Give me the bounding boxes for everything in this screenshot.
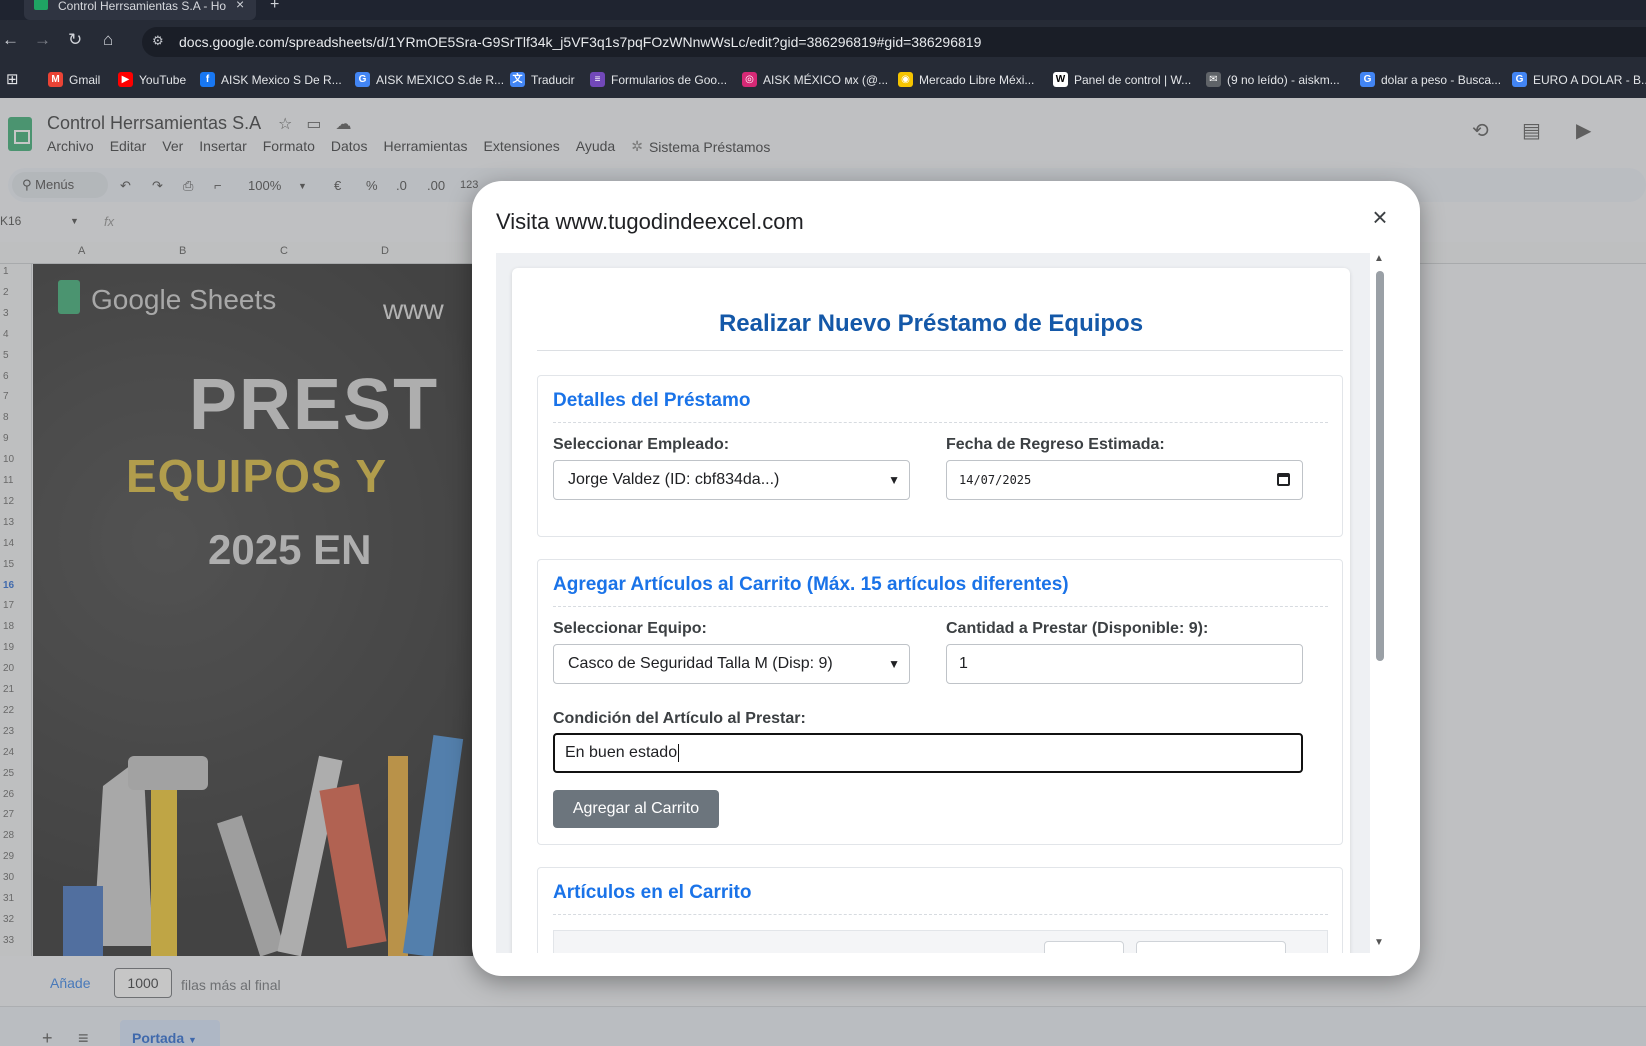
site-settings-icon[interactable]: ⚙	[152, 33, 164, 49]
bookmark-label: Traducir	[531, 72, 575, 87]
browser-tab[interactable]: Control Herrsamientas S.A - Ho	[24, 0, 256, 20]
bookmark-label: AISK MEXICO S.de R...	[376, 72, 505, 87]
employee-label: Seleccionar Empleado:	[553, 436, 730, 453]
gmail-icon: M	[48, 72, 63, 87]
close-icon[interactable]: ×	[1362, 199, 1398, 235]
chevron-down-icon: ▼	[888, 473, 900, 487]
bookmark-label: YouTube	[139, 72, 187, 87]
cart-title: Artículos en el Carrito	[553, 882, 752, 903]
google-icon: G	[355, 72, 370, 87]
bookmark-label: Gmail	[69, 72, 101, 87]
bookmark-item[interactable]: ≡ Formularios de Goo...	[590, 72, 727, 87]
quantity-value: 1	[959, 655, 968, 672]
equipment-select-value: Casco de Seguridad Talla M (Disp: 9)	[568, 655, 833, 672]
bookmark-item[interactable]: ▶ YouTube	[118, 72, 186, 87]
bookmark-item[interactable]: ✉ (9 no leído) - aiskm...	[1206, 72, 1340, 87]
bookmark-label: Formularios de Goo...	[611, 72, 728, 87]
add-items-title: Agregar Artículos al Carrito (Máx. 15 ar…	[553, 574, 1069, 595]
bookmark-item[interactable]: Gdolar a peso - Busca...	[1360, 72, 1501, 87]
bookmark-label: Mercado Libre Méxi...	[919, 72, 1035, 87]
condition-label: Condición del Artículo al Prestar:	[553, 710, 806, 727]
bookmark-item[interactable]: ◉ Mercado Libre Méxi...	[898, 72, 1034, 87]
wix-icon: W	[1053, 72, 1068, 87]
loan-details-title: Detalles del Préstamo	[553, 390, 751, 411]
bookmark-item[interactable]: ◎ AISK MÉXICO ᴍx (@...	[742, 72, 888, 87]
google-icon: G	[1512, 72, 1527, 87]
bookmark-item[interactable]: f AISK Mexico S De R...	[200, 72, 342, 87]
loan-details-section: Detalles del Préstamo Seleccionar Emplea…	[537, 375, 1343, 537]
bookmark-label: Panel de control | W...	[1074, 72, 1192, 87]
condition-value: En buen estado	[565, 744, 678, 761]
bookmark-label: AISK MÉXICO ᴍx (@...	[763, 72, 889, 87]
return-date-value: 14/07/2025	[959, 473, 1032, 487]
cart-table-control[interactable]	[1044, 941, 1124, 953]
bookmark-label: dolar a peso - Busca...	[1381, 72, 1502, 87]
section-divider	[553, 606, 1328, 607]
reload-icon[interactable]: ↻	[68, 30, 82, 50]
bookmark-label: AISK Mexico S De R...	[221, 72, 342, 87]
return-date-label: Fecha de Regreso Estimada:	[946, 436, 1165, 453]
equipment-select[interactable]: Casco de Seguridad Talla M (Disp: 9) ▼	[553, 644, 910, 684]
bookmark-item[interactable]: G EURO A DOLAR - B...	[1512, 72, 1646, 87]
condition-input[interactable]: En buen estado	[553, 733, 1303, 773]
dialog-scrollbar[interactable]: ▲ ▼	[1374, 253, 1386, 953]
translate-icon: 文	[510, 72, 525, 87]
browser-tab-title: Control Herrsamientas S.A - Ho	[58, 0, 227, 13]
bookmark-label: (9 no leído) - aiskm...	[1227, 72, 1340, 87]
facebook-icon: f	[200, 72, 215, 87]
bookmark-item[interactable]: M Gmail	[48, 72, 100, 87]
sheets-favicon-icon	[34, 0, 48, 10]
home-icon[interactable]: ⌂	[103, 30, 113, 50]
url-text[interactable]: docs.google.com/spreadsheets/d/1YRmOE5Sr…	[179, 34, 981, 50]
dialog-content[interactable]: Realizar Nuevo Préstamo de Equipos Detal…	[496, 253, 1370, 953]
mercadolibre-icon: ◉	[898, 72, 913, 87]
quantity-label: Cantidad a Prestar (Disponible: 9):	[946, 620, 1209, 637]
quantity-input[interactable]: 1	[946, 644, 1303, 684]
loan-dialog: Visita www.tugodindeexcel.com × Realizar…	[472, 181, 1420, 976]
add-to-cart-button[interactable]: Agregar al Carrito	[553, 790, 719, 828]
apps-grid-icon[interactable]: ⊞	[6, 70, 19, 88]
text-cursor	[678, 743, 680, 762]
equipment-label: Seleccionar Equipo:	[553, 620, 707, 637]
scroll-up-icon[interactable]: ▲	[1374, 253, 1384, 264]
google-icon: G	[1360, 72, 1375, 87]
calendar-icon[interactable]	[1277, 473, 1290, 486]
bookmark-item[interactable]: G AISK MEXICO S.de R...	[355, 72, 504, 87]
section-divider	[553, 914, 1328, 915]
form-heading: Realizar Nuevo Préstamo de Equipos	[718, 310, 1144, 337]
loan-form-card: Realizar Nuevo Préstamo de Equipos Detal…	[512, 268, 1350, 953]
employee-select[interactable]: Jorge Valdez (ID: cbf834da...) ▼	[553, 460, 910, 500]
cart-table	[553, 930, 1328, 953]
bookmark-label: EURO A DOLAR - B...	[1533, 72, 1646, 87]
chevron-down-icon: ▼	[888, 657, 900, 671]
section-divider	[553, 422, 1328, 423]
cart-section: Artículos en el Carrito	[537, 867, 1343, 953]
employee-select-value: Jorge Valdez (ID: cbf834da...)	[568, 471, 780, 488]
back-icon[interactable]: ←	[2, 30, 19, 50]
forms-icon: ≡	[590, 72, 605, 87]
mail-icon: ✉	[1206, 72, 1221, 87]
heading-divider	[537, 350, 1343, 351]
scrollbar-thumb[interactable]	[1376, 271, 1384, 661]
bookmark-item[interactable]: 文 Traducir	[510, 72, 575, 87]
cart-table-control[interactable]	[1136, 941, 1286, 953]
instagram-icon: ◎	[742, 72, 757, 87]
youtube-icon: ▶	[118, 72, 133, 87]
forward-icon[interactable]: →	[34, 30, 51, 50]
close-tab-icon[interactable]: ×	[236, 0, 244, 12]
dialog-title: Visita www.tugodindeexcel.com	[496, 209, 804, 234]
new-tab-icon[interactable]: +	[270, 0, 279, 14]
bookmark-item[interactable]: W Panel de control | W...	[1053, 72, 1191, 87]
return-date-input[interactable]: 14/07/2025	[946, 460, 1303, 500]
add-items-section: Agregar Artículos al Carrito (Máx. 15 ar…	[537, 559, 1343, 845]
scroll-down-icon[interactable]: ▼	[1374, 937, 1384, 948]
